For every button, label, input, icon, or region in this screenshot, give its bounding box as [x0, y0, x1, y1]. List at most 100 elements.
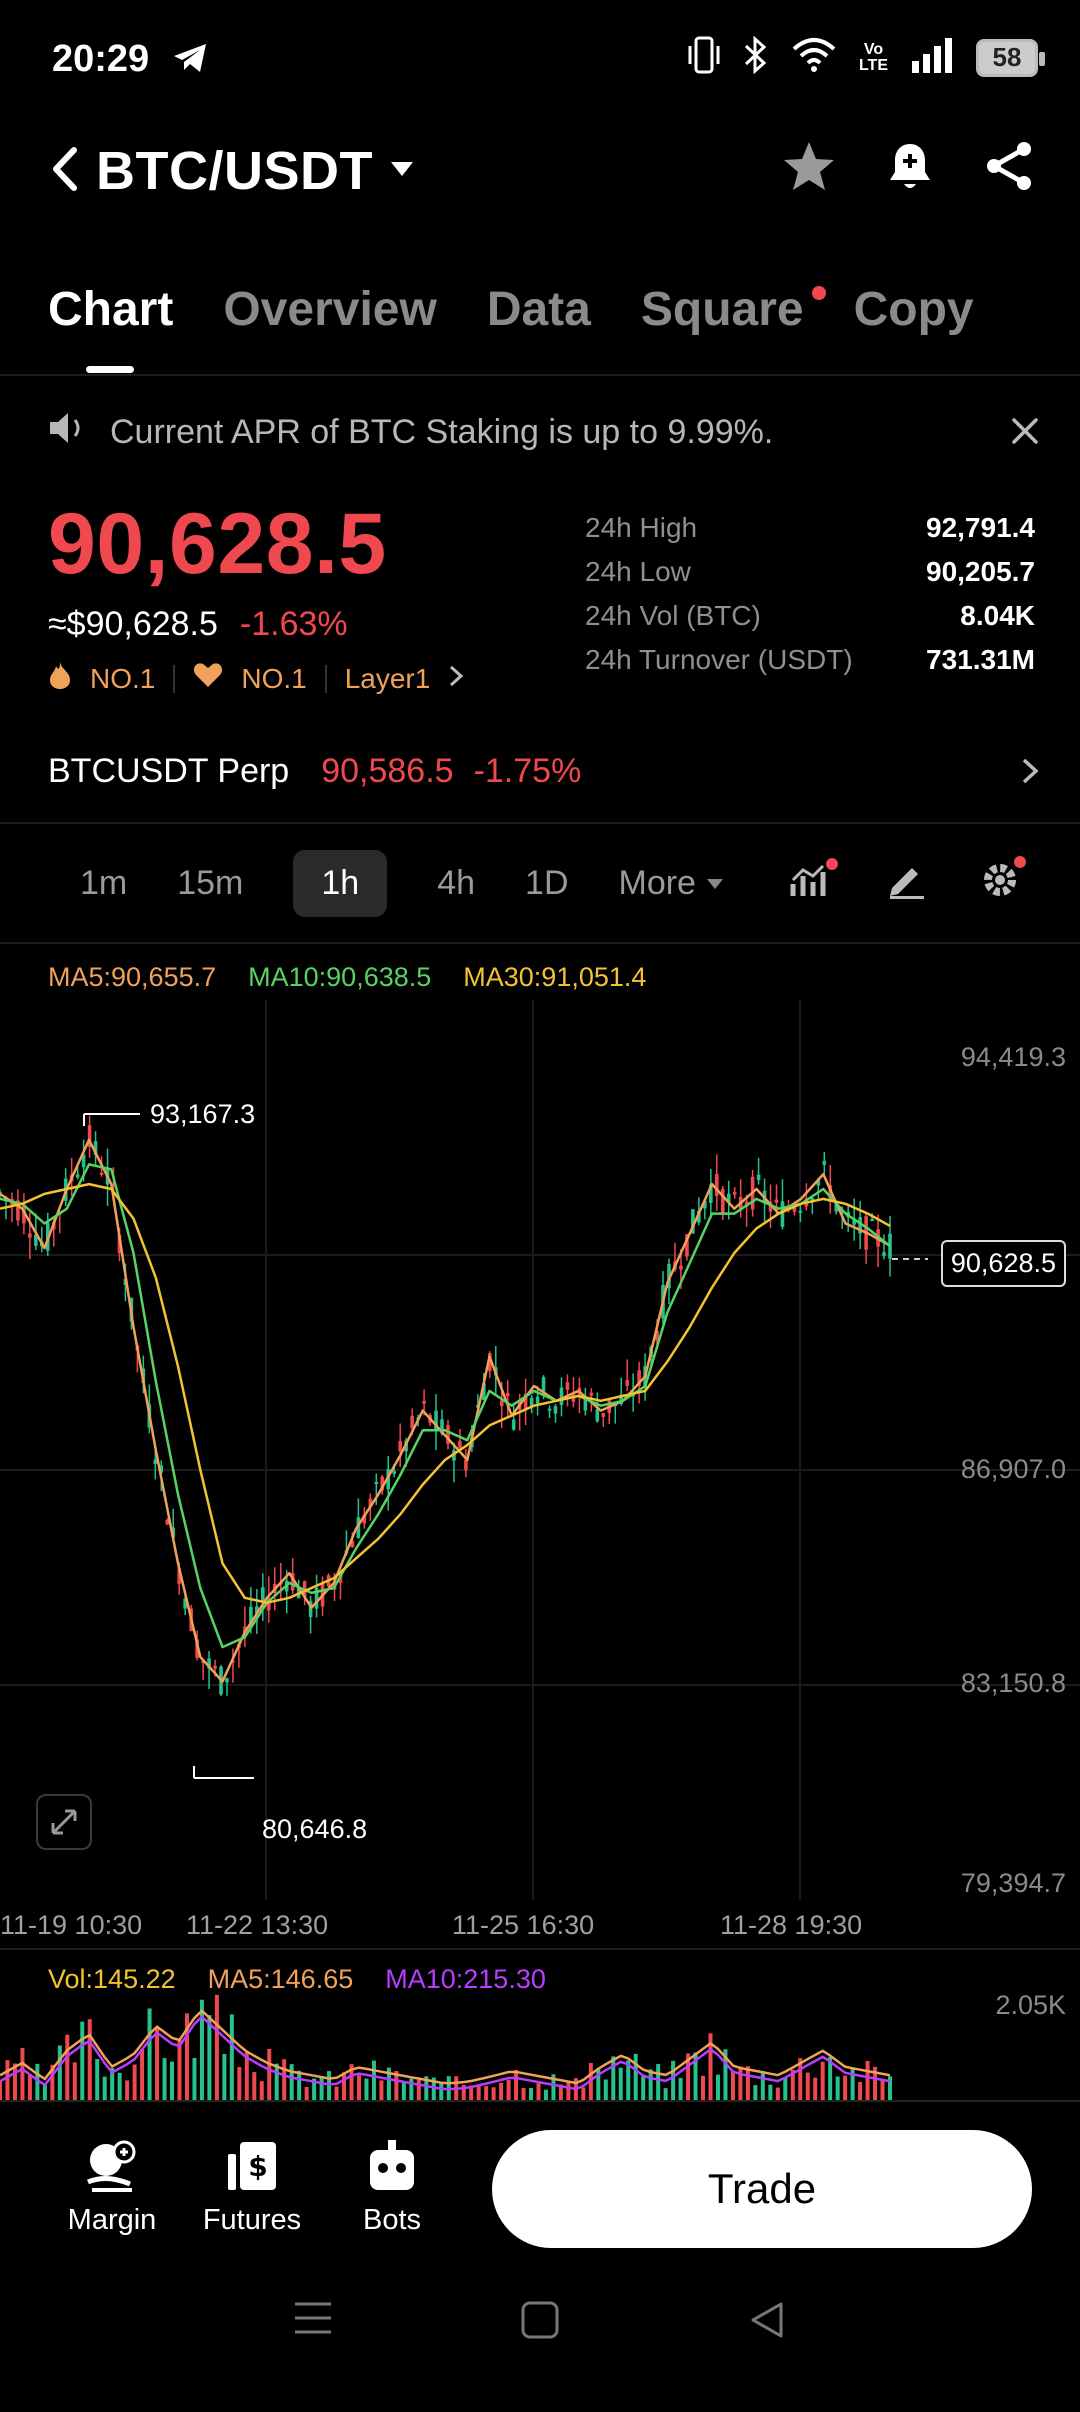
volume-bar	[476, 2084, 481, 2100]
caret-down-icon[interactable]	[389, 160, 415, 183]
price-chart[interactable]	[0, 1000, 1080, 1900]
tab-overview[interactable]: Overview	[223, 282, 436, 337]
price-tick: 83,150.8	[960, 1668, 1066, 1698]
home-icon[interactable]	[520, 2300, 560, 2340]
chevron-right-icon[interactable]	[448, 663, 464, 695]
timeframe-bar: 1m 15m 1h 4h 1D More	[48, 850, 724, 917]
volume-bar	[222, 2054, 227, 2100]
more-timeframes[interactable]: More	[619, 864, 724, 903]
nav-bots[interactable]: Bots	[342, 2138, 442, 2237]
volume-bar	[813, 2077, 818, 2100]
price-alert-icon[interactable]	[886, 140, 934, 197]
stat-label: 24h High	[585, 512, 698, 543]
menu-icon[interactable]	[293, 2300, 333, 2336]
volume-bar	[401, 2082, 406, 2100]
stat-value: 90,205.7	[926, 556, 1035, 587]
volume-bar	[850, 2067, 855, 2100]
volume-bar	[125, 2080, 130, 2100]
volume-bar	[506, 2079, 511, 2100]
volume-bar	[499, 2082, 504, 2100]
volume-bar	[371, 2060, 376, 2100]
system-nav-bar	[0, 2300, 1080, 2340]
draw-tool-icon[interactable]	[886, 860, 926, 905]
nav-margin[interactable]: Margin	[62, 2138, 162, 2237]
tab-bar: Chart Overview Data Square Copy	[48, 282, 974, 337]
flame-icon	[48, 660, 72, 697]
candle-body	[511, 1419, 516, 1430]
timeframe-1h[interactable]: 1h	[293, 850, 388, 917]
candle-body	[541, 1377, 546, 1392]
volume-bar	[214, 1994, 219, 2100]
timeframe-1m[interactable]: 1m	[80, 864, 127, 903]
time-tick: 11-22 13:30	[186, 1910, 329, 1940]
ma-lines	[0, 1138, 891, 1683]
category-tag[interactable]: Layer1	[345, 663, 431, 695]
stat-row: 24h High 92,791.4	[585, 512, 1035, 556]
candle-body	[601, 1413, 606, 1417]
candle-body	[595, 1409, 600, 1422]
volume-bar	[155, 2026, 160, 2100]
ma-series-ma10	[0, 1163, 891, 1649]
close-icon[interactable]	[1010, 416, 1040, 451]
volume-bar	[648, 2069, 653, 2100]
rank-tag-fav[interactable]: NO.1	[241, 663, 306, 695]
volume-bar	[521, 2088, 526, 2100]
volume-bar	[72, 2062, 77, 2100]
perp-row[interactable]: BTCUSDT Perp 90,586.5 -1.75%	[48, 752, 581, 791]
caret-down-icon	[706, 878, 723, 889]
volume-bar	[80, 2021, 85, 2100]
volume-bar	[364, 2078, 369, 2100]
pair-title[interactable]: BTC/USDT	[96, 140, 373, 202]
volume-chart	[0, 1994, 892, 2100]
tab-chart[interactable]: Chart	[48, 282, 173, 337]
nav-futures[interactable]: $ Futures	[202, 2138, 302, 2237]
bottom-divider	[0, 2100, 1080, 2102]
time-tick: 11-28 19:30	[720, 1910, 863, 1940]
more-label: More	[618, 864, 696, 902]
tab-square[interactable]: Square	[641, 282, 826, 337]
volume-bar	[95, 2059, 100, 2100]
volume-bar	[745, 2066, 750, 2100]
svg-text:$: $	[248, 2150, 267, 2183]
stat-value: 92,791.4	[926, 512, 1035, 543]
volume-bar	[439, 2081, 444, 2100]
low-label: 80,646.8	[262, 1814, 368, 1844]
announcement-banner[interactable]: Current APR of BTC Staking is up to 9.99…	[48, 410, 773, 455]
signal-icon	[910, 37, 954, 78]
timeframe-15m[interactable]: 15m	[177, 864, 243, 903]
volume-bar	[566, 2081, 571, 2100]
price-subline: ≈$90,628.5 -1.63%	[48, 605, 348, 644]
back-nav-icon[interactable]	[747, 2300, 787, 2340]
volume-bar	[835, 2076, 840, 2100]
stat-row: 24h Turnover (USDT) 731.31M	[585, 644, 1035, 688]
volume-bar	[267, 2048, 272, 2100]
volume-bar	[416, 2079, 421, 2100]
tab-data[interactable]: Data	[487, 282, 591, 337]
volume-bar	[140, 2049, 145, 2100]
chevron-right-icon[interactable]	[1020, 756, 1040, 791]
candle-body	[547, 1408, 552, 1411]
wifi-icon	[791, 37, 837, 78]
fullscreen-button[interactable]	[36, 1794, 92, 1850]
pair-selector[interactable]: BTC/USDT	[50, 140, 415, 202]
volume-bar	[611, 2056, 616, 2100]
low-marker	[193, 1766, 254, 1779]
volume-bar	[304, 2086, 309, 2100]
ma10-value: MA10:90,638.5	[248, 962, 432, 992]
candle-body	[625, 1380, 629, 1386]
rank-tag-hot[interactable]: NO.1	[90, 663, 155, 695]
trade-button[interactable]: Trade	[492, 2130, 1032, 2248]
tab-copy[interactable]: Copy	[854, 282, 974, 337]
indicator-icon[interactable]	[790, 858, 838, 905]
volume-bar	[117, 2072, 122, 2100]
timeframe-4h[interactable]: 4h	[437, 864, 475, 903]
candle-body	[225, 1678, 229, 1683]
share-icon[interactable]	[984, 140, 1034, 197]
back-icon[interactable]	[50, 146, 80, 197]
star-icon[interactable]	[782, 140, 836, 197]
candle-body	[822, 1160, 827, 1165]
timeframe-1d[interactable]: 1D	[525, 864, 568, 903]
ma5-value: MA5:90,655.7	[48, 962, 217, 992]
settings-icon[interactable]	[980, 856, 1026, 905]
volume-bar	[618, 2067, 623, 2100]
